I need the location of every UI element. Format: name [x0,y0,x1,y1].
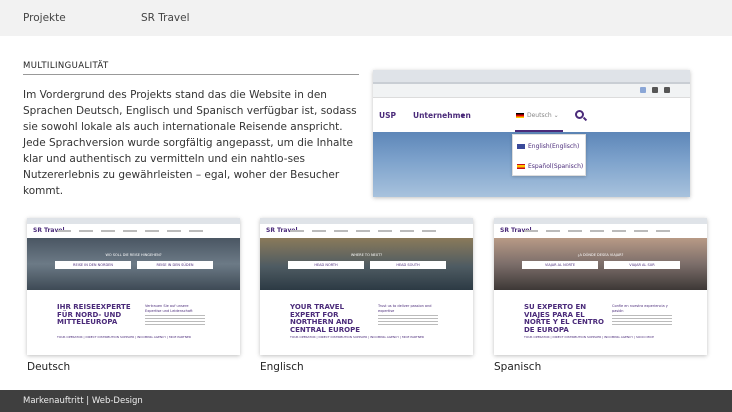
breadcrumb-project-name[interactable]: SR Travel [141,12,190,24]
site-navbar: SR Travel [260,224,473,238]
flag-es-icon [517,164,525,169]
nav-usp[interactable]: USP [379,111,396,120]
language-option-spanish-label: Español(Spanisch) [528,163,584,170]
flag-de-icon [516,113,524,118]
hero-button-south[interactable]: HEAD SOUTH [370,261,446,269]
language-selector-label: Deutsch [527,112,552,119]
website-thumbnail-english: SR Travel WHERE TO NEXT? HEAD NORTH HEAD… [260,218,473,355]
nav-links [57,230,207,232]
extension-icon [652,87,658,93]
body-text-placeholder [145,315,205,325]
headline: YOUR TRAVEL EXPERT FOR NORTHERN AND CENT… [290,303,360,334]
hero-button-north[interactable]: REISE IN DEN NORDEN [55,261,131,269]
search-icon[interactable] [575,110,584,119]
website-thumbnail-spanish: SR Travel ¿A DÓNDE DESEA VIAJAR? VIAJAR … [494,218,707,355]
hero-button-south[interactable]: REISE IN DEN SÜDEN [137,261,213,269]
hero-label: WHERE TO NEXT? [350,253,383,257]
section-body-text: Im Vordergrund des Projekts stand das di… [23,89,357,197]
thumbnail-caption-spanish: Spanisch [494,361,542,373]
language-option-spanish[interactable]: Español(Spanisch) [517,163,583,170]
subheadline: Vertrauen Sie auf unsere Expertise und L… [145,304,193,313]
site-navbar: SR Travel [27,224,240,238]
browser-url-bar [373,84,690,98]
language-dropdown: English(Englisch) Español(Spanisch) [512,134,586,176]
headline: IHR REISEEXPERTE FÜR NORD- UND MITTELEUR… [57,303,131,326]
section-divider [23,74,359,75]
service-list: TOUR OPERATOR | DIRECT DISTRIBUTION SUPP… [57,335,191,339]
hero-label: WO SOLL DIE REISE HINGEHEN? [105,253,162,257]
extension-icon [640,87,646,93]
nav-links [524,230,674,232]
flag-en-icon [517,144,525,149]
hero-button-south[interactable]: VIAJAR AL SUR [604,261,680,269]
site-navbar: SR Travel [494,224,707,238]
footer-text: Markenauftritt | Web-Design [23,396,143,406]
footer-bar: Markenauftritt | Web-Design [0,390,732,412]
website-thumbnail-german: SR Travel WO SOLL DIE REISE HINGEHEN? RE… [27,218,240,355]
browser-tab-strip [373,70,690,82]
body-text-placeholder [378,315,438,325]
browser-mockup: USP Unternehmen ▾ Deutsch ⌄ English(Engl… [373,70,690,197]
language-option-english[interactable]: English(Englisch) [517,143,579,150]
body-text-placeholder [612,315,672,325]
language-selector[interactable]: Deutsch ⌄ [516,112,559,119]
chevron-down-icon: ▾ [461,111,465,120]
headline: SU EXPERTO EN VIAJES PARA EL NORTE Y EL … [524,303,604,334]
breadcrumb-projekte[interactable]: Projekte [23,12,66,24]
subheadline: Trust us to deliver passion and expertis… [378,304,432,313]
top-bar: Projekte SR Travel [0,0,732,36]
nav-links [290,230,440,232]
hero-button-north[interactable]: HEAD NORTH [288,261,364,269]
thumbnail-caption-english: Englisch [260,361,304,373]
site-navbar: USP Unternehmen ▾ Deutsch ⌄ [373,98,690,132]
hero-button-north[interactable]: VIAJAR AL NORTE [522,261,598,269]
extension-icon [664,87,670,93]
service-list: TOUR OPERATOR | DIRECT DISTRIBUTION SUPP… [290,335,424,339]
hero-label: ¿A DÓNDE DESEA VIAJAR? [577,253,624,257]
section-heading: MULTILINGUALITÄT [23,61,109,71]
thumbnail-caption-german: Deutsch [27,361,71,373]
language-option-english-label: English(Englisch) [528,143,580,150]
subheadline: Confíe en nuestra experiencia y pasión [612,304,668,313]
service-list: TOUR OPERATOR | DIRECT DISTRIBUTION SUPP… [524,335,654,339]
